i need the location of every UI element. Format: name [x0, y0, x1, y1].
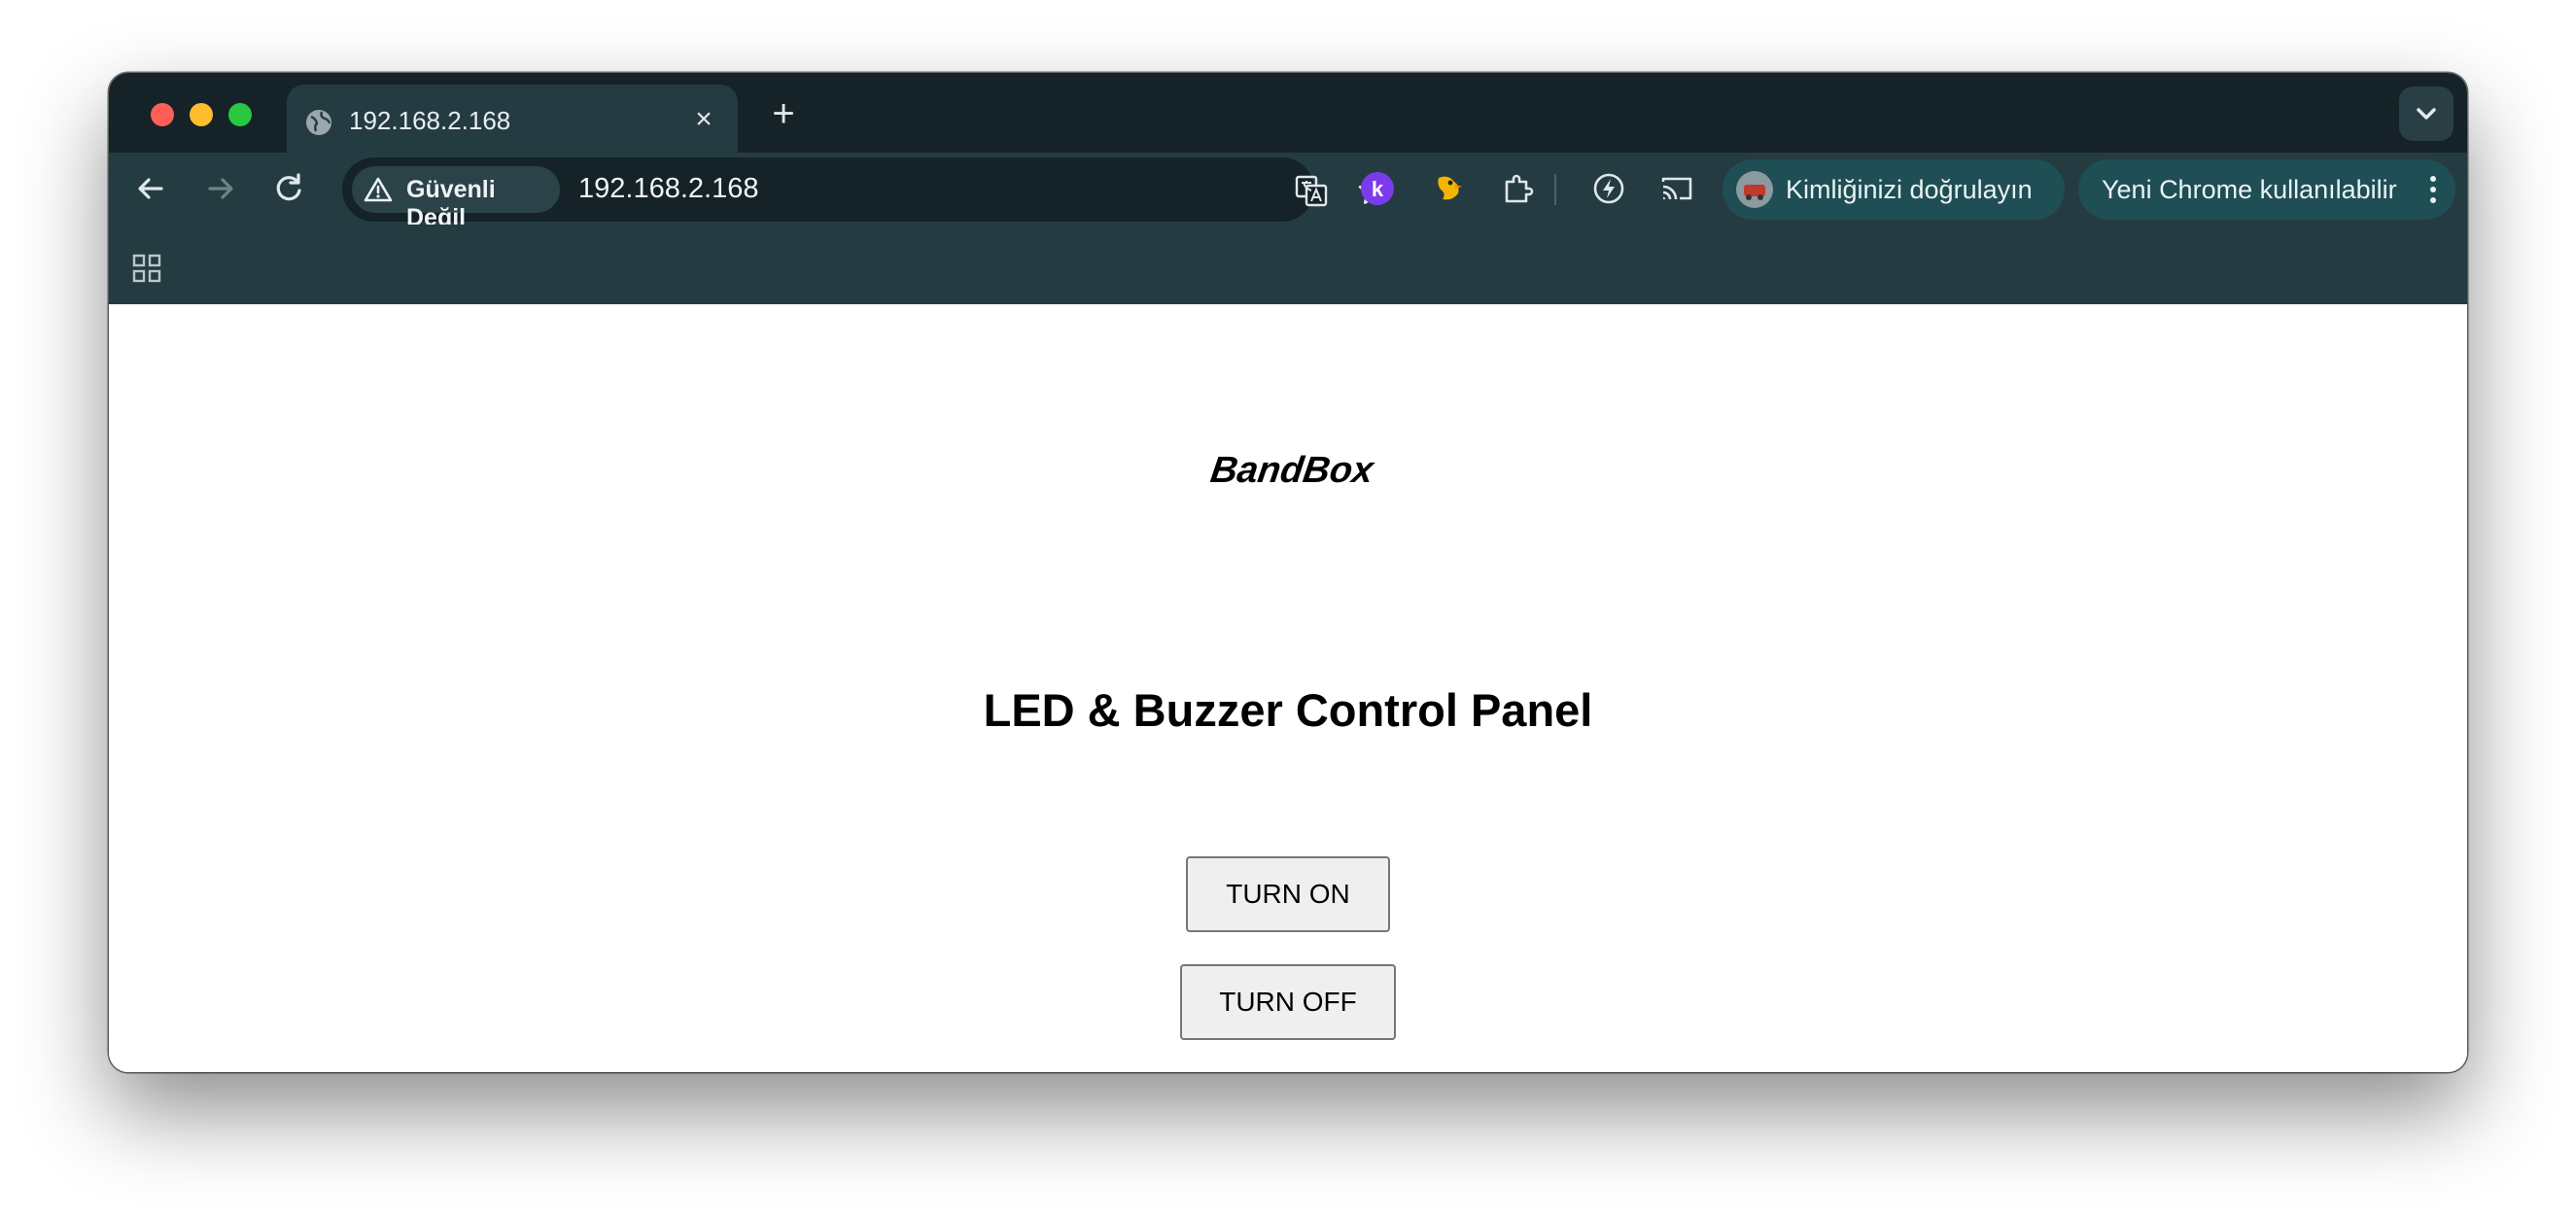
reload-icon	[276, 173, 301, 201]
web-page: BandBox LED & Buzzer Control Panel TURN …	[109, 304, 2467, 1072]
arrow-left-icon	[138, 178, 163, 199]
tab-strip: 192.168.2.168 × +	[109, 73, 2467, 155]
bandbox-logo: BandBox	[1208, 450, 1377, 489]
security-chip[interactable]: Güvenli Değil	[352, 166, 560, 231]
reload-button[interactable]	[266, 166, 311, 211]
address-bar[interactable]: Güvenli Değil 192.168.2.168	[342, 157, 1389, 231]
tab-close-button[interactable]: ×	[687, 103, 720, 136]
globe-icon	[306, 110, 331, 135]
svg-text:k: k	[1372, 177, 1384, 201]
back-button[interactable]	[128, 166, 173, 211]
chevron-down-icon	[2417, 108, 2436, 120]
puzzle-icon[interactable]	[1499, 170, 1536, 207]
bookmarks-bar	[109, 225, 2467, 304]
toolbar-divider	[1554, 174, 1556, 205]
maximize-window-button[interactable]	[228, 103, 252, 126]
bird-extension-icon[interactable]	[1429, 170, 1466, 207]
new-tab-button[interactable]: +	[760, 90, 807, 137]
forward-button[interactable]	[198, 166, 243, 211]
energy-saver-icon[interactable]	[1590, 170, 1627, 207]
profile-chip-label: Kimliğinizi doğrulayın	[1786, 175, 2033, 204]
close-window-button[interactable]	[151, 103, 174, 126]
tab-search-button[interactable]	[2399, 87, 2454, 141]
svg-text:BandBox: BandBox	[1208, 450, 1377, 489]
minimize-window-button[interactable]	[190, 103, 213, 126]
cast-icon[interactable]	[1658, 170, 1695, 207]
warning-triangle-icon	[364, 177, 393, 202]
tab-active[interactable]: 192.168.2.168 ×	[287, 85, 738, 155]
toolbar: Güvenli Değil 192.168.2.168 k Kimliğiniz…	[109, 153, 2467, 231]
k-extension-icon[interactable]: k	[1359, 170, 1396, 207]
avatar	[1736, 171, 1773, 208]
turn-off-button[interactable]: TURN OFF	[1180, 964, 1396, 1040]
browser-window: 192.168.2.168 × + Güvenli Değil 192.168.…	[109, 73, 2467, 1072]
tab-title: 192.168.2.168	[349, 106, 511, 135]
translate-icon[interactable]	[1295, 174, 1328, 207]
chrome-update-chip[interactable]: Yeni Chrome kullanılabilir	[2078, 159, 2455, 220]
update-chip-label: Yeni Chrome kullanılabilir	[2102, 175, 2397, 204]
page-title: LED & Buzzer Control Panel	[983, 684, 1593, 736]
apps-grid-icon[interactable]	[132, 254, 161, 283]
menu-dots-icon[interactable]	[2428, 174, 2438, 205]
url-text[interactable]: 192.168.2.168	[578, 173, 758, 205]
arrow-right-icon	[208, 178, 233, 199]
profile-chip[interactable]: Kimliğinizi doğrulayın	[1723, 159, 2065, 220]
turn-on-button[interactable]: TURN ON	[1186, 856, 1390, 932]
